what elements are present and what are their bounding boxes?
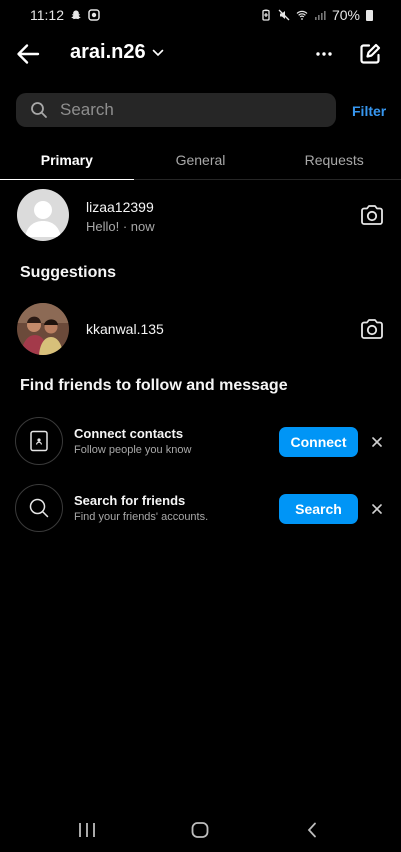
camera-button[interactable] [358,202,386,228]
find-friends-heading: Find friends to follow and message [20,377,288,394]
account-name: arai.n26 [70,41,146,63]
tab-general[interactable]: General [134,140,268,179]
compose-icon [360,43,381,64]
connect-contacts-row: Connect contacts Follow people you know … [0,417,401,467]
system-navigation-bar [0,808,401,852]
camera-icon [361,319,383,339]
mute-icon [278,9,290,21]
battery-saver-icon [262,9,270,21]
close-icon [372,504,382,514]
search-row: Filter [16,93,386,127]
chevron-down-icon [152,49,163,56]
chevron-left-icon [307,822,316,838]
signal-icon [314,11,326,20]
suggestion-username: kkanwal.135 [86,321,164,337]
account-switcher[interactable]: arai.n26 [70,41,164,64]
inbox-tabs: Primary General Requests [0,140,401,180]
connect-contacts-subtitle: Follow people you know [74,444,192,456]
recent-apps-icon [79,823,95,837]
back-arrow-icon [17,44,40,64]
suggestion-row[interactable]: kkanwal.135 [0,303,401,359]
avatar [17,189,69,241]
home-button[interactable] [186,816,214,844]
more-options-button[interactable] [310,40,338,68]
profile-photo [17,303,69,355]
connect-button[interactable]: Connect [279,427,358,457]
contacts-icon [30,430,48,452]
wifi-icon [296,10,308,20]
thread-username: lizaa12399 [86,199,154,215]
home-icon [191,822,209,838]
new-message-button[interactable] [356,40,384,68]
dismiss-button[interactable] [368,500,386,518]
contacts-icon-circle [15,417,63,465]
system-back-button[interactable] [298,816,326,844]
battery-percent: 70% [331,7,360,23]
filter-button[interactable]: Filter [352,103,386,119]
camera-icon [361,205,383,225]
recent-apps-button[interactable] [73,816,101,844]
search-button[interactable]: Search [279,494,358,524]
search-icon [31,102,47,118]
battery-icon [366,9,373,21]
search-icon [29,498,49,518]
back-button[interactable] [14,40,42,68]
message-thread-row[interactable]: lizaa12399 Hello! · now [0,189,401,245]
tab-requests[interactable]: Requests [267,140,401,179]
search-friends-icon-circle [15,484,63,532]
suggestion-avatar [17,303,69,355]
camera-button[interactable] [358,316,386,342]
suggestions-heading: Suggestions [20,264,117,281]
search-input[interactable] [60,100,300,120]
status-left: 11:12 [30,7,100,23]
instagram-notification-icon [88,9,100,21]
search-friends-row: Search for friends Find your friends' ac… [0,484,401,534]
status-bar: 11:12 70% [0,0,401,30]
default-avatar-icon [17,189,69,241]
dismiss-button[interactable] [368,433,386,451]
connect-contacts-title: Connect contacts [74,426,184,441]
tab-primary[interactable]: Primary [0,140,134,180]
snapchat-icon [71,10,81,20]
status-right: 70% [260,7,373,23]
header: arai.n26 [0,36,401,72]
more-dots-icon [316,52,332,56]
thread-preview: Hello! · now [86,219,155,234]
close-icon [372,437,382,447]
search-friends-title: Search for friends [74,493,186,508]
search-friends-subtitle: Find your friends' accounts. [74,511,209,523]
search-box[interactable] [16,93,336,127]
status-time: 11:12 [30,7,64,23]
